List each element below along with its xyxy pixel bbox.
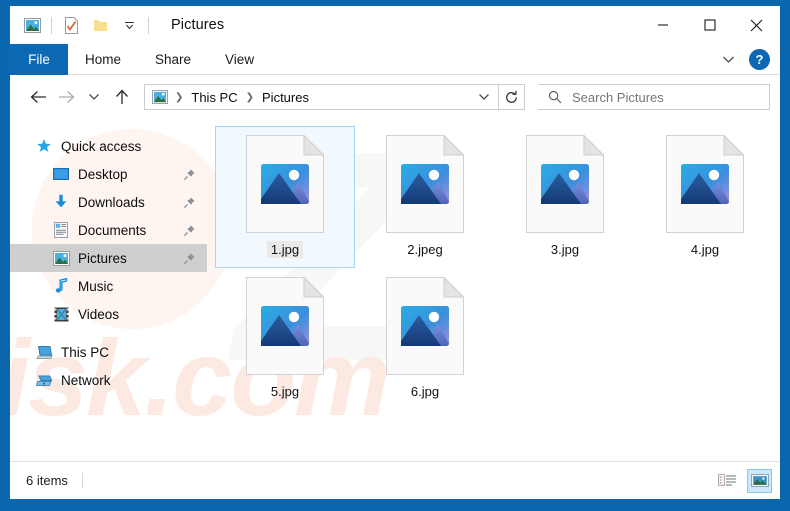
picture-file-icon — [386, 276, 465, 375]
sidebar-label-desktop: Desktop — [78, 166, 128, 182]
this-pc-icon — [34, 342, 54, 362]
ribbon-tab-bar: File Home Share View ? — [10, 44, 780, 75]
sidebar-item-pictures[interactable]: Pictures — [10, 244, 207, 272]
sidebar-item-network[interactable]: Network — [10, 366, 207, 394]
picture-file-icon — [246, 134, 325, 233]
sidebar-label-pictures: Pictures — [78, 250, 127, 266]
sidebar-item-quick-access[interactable]: Quick access — [10, 132, 207, 160]
breadcrumb-pictures-icon[interactable] — [151, 89, 169, 105]
search-box[interactable] — [538, 84, 770, 110]
file-list-pane[interactable]: 1.jpg 2.jpeg 3.jpg 4.jpg 5.jpg 6.jpg — [207, 119, 780, 461]
sidebar-item-music[interactable]: Music — [10, 272, 207, 300]
downloads-icon — [51, 192, 71, 212]
sidebar-item-this-pc[interactable]: This PC — [10, 338, 207, 366]
breadcrumb-separator-icon-2[interactable]: ❯ — [244, 92, 256, 103]
breadcrumb-item-this-pc[interactable]: This PC — [187, 88, 241, 107]
sidebar-label-documents: Documents — [78, 222, 147, 238]
sidebar-label-videos: Videos — [78, 306, 120, 322]
breadcrumb: ❯ This PC ❯ Pictures — [151, 88, 474, 107]
view-toggle-group — [715, 468, 772, 493]
back-button[interactable] — [24, 83, 52, 111]
pin-icon[interactable] — [182, 195, 197, 210]
minimize-button[interactable] — [639, 6, 686, 44]
tab-view[interactable]: View — [208, 44, 271, 75]
window-controls — [639, 6, 780, 44]
file-item[interactable]: 6.jpg — [355, 268, 495, 410]
item-count-label: 6 items — [26, 473, 68, 488]
star-icon — [34, 136, 54, 156]
tab-home[interactable]: Home — [68, 44, 138, 75]
sidebar-item-videos[interactable]: Videos — [10, 300, 207, 328]
address-dropdown-chevron-icon[interactable] — [474, 86, 494, 108]
file-name-label: 4.jpg — [690, 242, 720, 257]
toolbar-divider — [51, 16, 52, 34]
music-icon — [51, 276, 71, 296]
explorer-body: Z risk.com Quick access — [10, 119, 780, 461]
navigation-pane: Quick access Desktop Downloads Documents… — [10, 119, 207, 461]
properties-icon[interactable] — [61, 15, 81, 35]
address-bar[interactable]: ❯ This PC ❯ Pictures — [144, 84, 499, 110]
window-title: Pictures — [171, 17, 225, 33]
maximize-button[interactable] — [686, 6, 733, 44]
large-icons-view-button[interactable] — [747, 468, 772, 493]
file-item[interactable]: 4.jpg — [635, 126, 775, 268]
file-explorer-window: Pictures File Home Share View ? ❯ This P… — [10, 6, 780, 499]
expand-ribbon-chevron-icon[interactable] — [717, 48, 739, 70]
file-item[interactable]: 5.jpg — [215, 268, 355, 410]
file-name-label: 3.jpg — [550, 242, 580, 257]
refresh-button[interactable] — [499, 84, 525, 110]
picture-file-icon — [526, 134, 605, 233]
sidebar-label-this-pc: This PC — [61, 344, 110, 360]
desktop-icon — [51, 164, 71, 184]
tab-share[interactable]: Share — [138, 44, 208, 75]
search-icon — [548, 90, 562, 104]
toolbar-divider-2 — [148, 16, 149, 34]
title-bar: Pictures — [10, 6, 780, 44]
pictures-icon — [51, 248, 71, 268]
file-name-label: 5.jpg — [270, 384, 300, 399]
close-button[interactable] — [733, 6, 780, 44]
picture-file-icon — [666, 134, 745, 233]
quick-access-toolbar: Pictures — [10, 6, 224, 44]
tab-file[interactable]: File — [10, 44, 68, 75]
pin-icon[interactable] — [182, 251, 197, 266]
help-button[interactable]: ? — [749, 48, 770, 70]
navigation-bar: ❯ This PC ❯ Pictures — [10, 75, 780, 119]
sidebar-label-quick-access: Quick access — [61, 138, 142, 154]
sidebar-item-documents[interactable]: Documents — [10, 216, 207, 244]
file-grid: 1.jpg 2.jpeg 3.jpg 4.jpg 5.jpg 6.jpg — [215, 126, 780, 410]
file-item[interactable]: 3.jpg — [495, 126, 635, 268]
breadcrumb-item-pictures[interactable]: Pictures — [258, 88, 313, 107]
sidebar-label-music: Music — [78, 278, 114, 294]
file-name-label: 6.jpg — [410, 384, 440, 399]
videos-icon — [51, 304, 71, 324]
sidebar-label-network: Network — [61, 372, 111, 388]
pin-icon[interactable] — [182, 223, 197, 238]
details-view-button[interactable] — [715, 469, 740, 493]
customize-chevron-icon[interactable] — [119, 15, 139, 35]
breadcrumb-separator-icon[interactable]: ❯ — [173, 92, 185, 103]
pictures-folder-icon[interactable] — [22, 15, 42, 35]
picture-file-icon — [246, 276, 325, 375]
picture-file-icon — [386, 134, 465, 233]
network-icon — [34, 370, 54, 390]
up-button[interactable] — [108, 83, 136, 111]
recent-locations-chevron-icon[interactable] — [80, 83, 108, 111]
file-name-label: 2.jpeg — [407, 242, 443, 257]
sidebar-label-downloads: Downloads — [78, 194, 145, 210]
ribbon-right-controls: ? — [717, 44, 780, 74]
sidebar-item-downloads[interactable]: Downloads — [10, 188, 207, 216]
pin-icon[interactable] — [182, 167, 197, 182]
sidebar-item-desktop[interactable]: Desktop — [10, 160, 207, 188]
file-name-label: 1.jpg — [266, 241, 304, 258]
file-item[interactable]: 1.jpg — [215, 126, 355, 268]
new-folder-icon[interactable] — [90, 15, 110, 35]
forward-button[interactable] — [52, 83, 80, 111]
status-bar: 6 items — [10, 461, 780, 499]
status-divider — [81, 473, 83, 488]
documents-icon — [51, 220, 71, 240]
file-item[interactable]: 2.jpeg — [355, 126, 495, 268]
search-input[interactable] — [572, 89, 769, 105]
